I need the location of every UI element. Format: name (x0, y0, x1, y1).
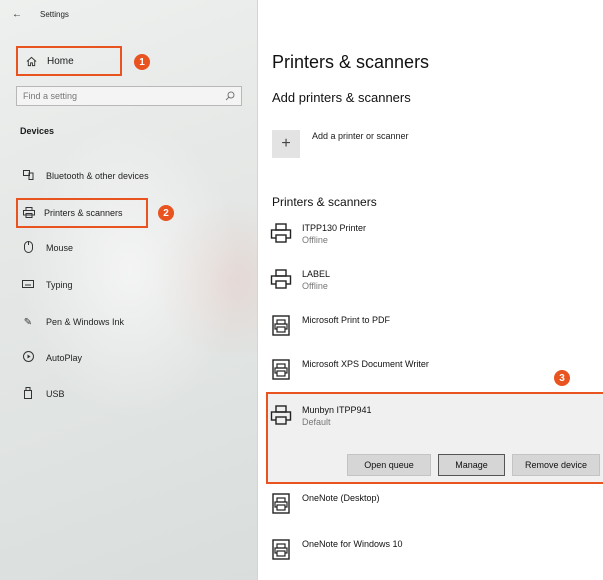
list-item[interactable]: OneNote (Desktop) (270, 492, 380, 514)
search-input[interactable]: Find a setting (16, 86, 242, 106)
sidebar-item-label: Home (47, 55, 74, 67)
keyboard-icon (22, 279, 34, 291)
device-name: Microsoft Print to PDF (302, 315, 391, 325)
add-section-heading: Add printers & scanners (272, 90, 411, 105)
sidebar-item-label: Mouse (46, 243, 74, 253)
sidebar-item-label: Typing (46, 280, 73, 290)
document-printer-icon (272, 539, 290, 560)
list-item[interactable]: ITPP130 Printer Offline (270, 222, 366, 246)
page-title: Printers & scanners (272, 52, 430, 72)
remove-device-button[interactable]: Remove device (512, 454, 600, 476)
sidebar-item-label: USB (46, 389, 65, 399)
window-title: Settings (40, 9, 69, 19)
device-name: Munbyn ITPP941 (302, 405, 372, 415)
printer-icon (270, 405, 292, 425)
list-item[interactable]: OneNote for Windows 10 (270, 538, 403, 560)
device-status: Offline (302, 281, 328, 291)
callout-badge-3: 3 (554, 370, 570, 386)
device-name: OneNote for Windows 10 (302, 539, 403, 549)
bluetooth-devices-icon (22, 169, 34, 183)
sidebar-item-label: Bluetooth & other devices (46, 171, 149, 181)
list-item[interactable]: Microsoft Print to PDF (270, 314, 390, 336)
device-name: OneNote (Desktop) (302, 493, 380, 503)
document-printer-icon (272, 493, 290, 514)
device-name: LABEL (302, 269, 331, 279)
mouse-icon (22, 240, 34, 256)
pen-icon: ✎ (23, 316, 33, 328)
sidebar-item-usb[interactable]: USB (22, 384, 65, 404)
device-name: ITPP130 Printer (302, 223, 367, 233)
sidebar-item-home[interactable]: Home (16, 46, 122, 76)
device-status: Offline (302, 235, 328, 245)
printers-list-heading: Printers & scanners (272, 195, 377, 209)
printer-icon (270, 223, 292, 243)
list-item-selected[interactable]: Munbyn ITPP941 Default (270, 404, 372, 428)
device-status: Default (302, 417, 331, 427)
sidebar-item-pen[interactable]: ✎ Pen & Windows Ink (22, 312, 124, 332)
sidebar-item-printers[interactable]: Printers & scanners (16, 198, 148, 228)
callout-badge-1: 1 (134, 54, 150, 70)
sidebar-item-mouse[interactable]: Mouse (22, 238, 73, 258)
add-printer-label[interactable]: Add a printer or scanner (312, 131, 409, 141)
search-icon (225, 91, 235, 101)
list-item[interactable]: Microsoft XPS Document Writer (270, 358, 429, 380)
sidebar-item-label: Printers & scanners (44, 208, 123, 218)
search-placeholder: Find a setting (23, 91, 78, 101)
manage-button[interactable]: Manage (438, 454, 505, 476)
section-label: Devices (20, 126, 55, 136)
printer-icon (23, 206, 35, 220)
sidebar-item-autoplay[interactable]: AutoPlay (22, 348, 82, 368)
back-arrow-icon[interactable]: ← (12, 9, 22, 20)
usb-icon (22, 386, 34, 402)
device-name: Microsoft XPS Document Writer (302, 359, 429, 369)
sidebar-item-label: AutoPlay (46, 353, 83, 363)
settings-sidebar: ← Settings Home Find a setting Devices B… (0, 0, 258, 580)
autoplay-icon (22, 351, 34, 365)
sidebar-item-label: Pen & Windows Ink (46, 317, 125, 327)
document-printer-icon (272, 315, 290, 336)
title-bar: ← Settings (12, 4, 69, 24)
list-item[interactable]: LABEL Offline (270, 268, 330, 292)
open-queue-button[interactable]: Open queue (347, 454, 431, 476)
plus-icon: + (281, 135, 291, 152)
sidebar-item-bluetooth[interactable]: Bluetooth & other devices (22, 166, 149, 186)
home-icon (26, 56, 37, 66)
sidebar-item-typing[interactable]: Typing (22, 275, 73, 295)
callout-badge-2: 2 (158, 205, 174, 221)
document-printer-icon (272, 359, 290, 380)
add-printer-button[interactable]: + (272, 130, 300, 158)
printer-icon (270, 269, 292, 289)
